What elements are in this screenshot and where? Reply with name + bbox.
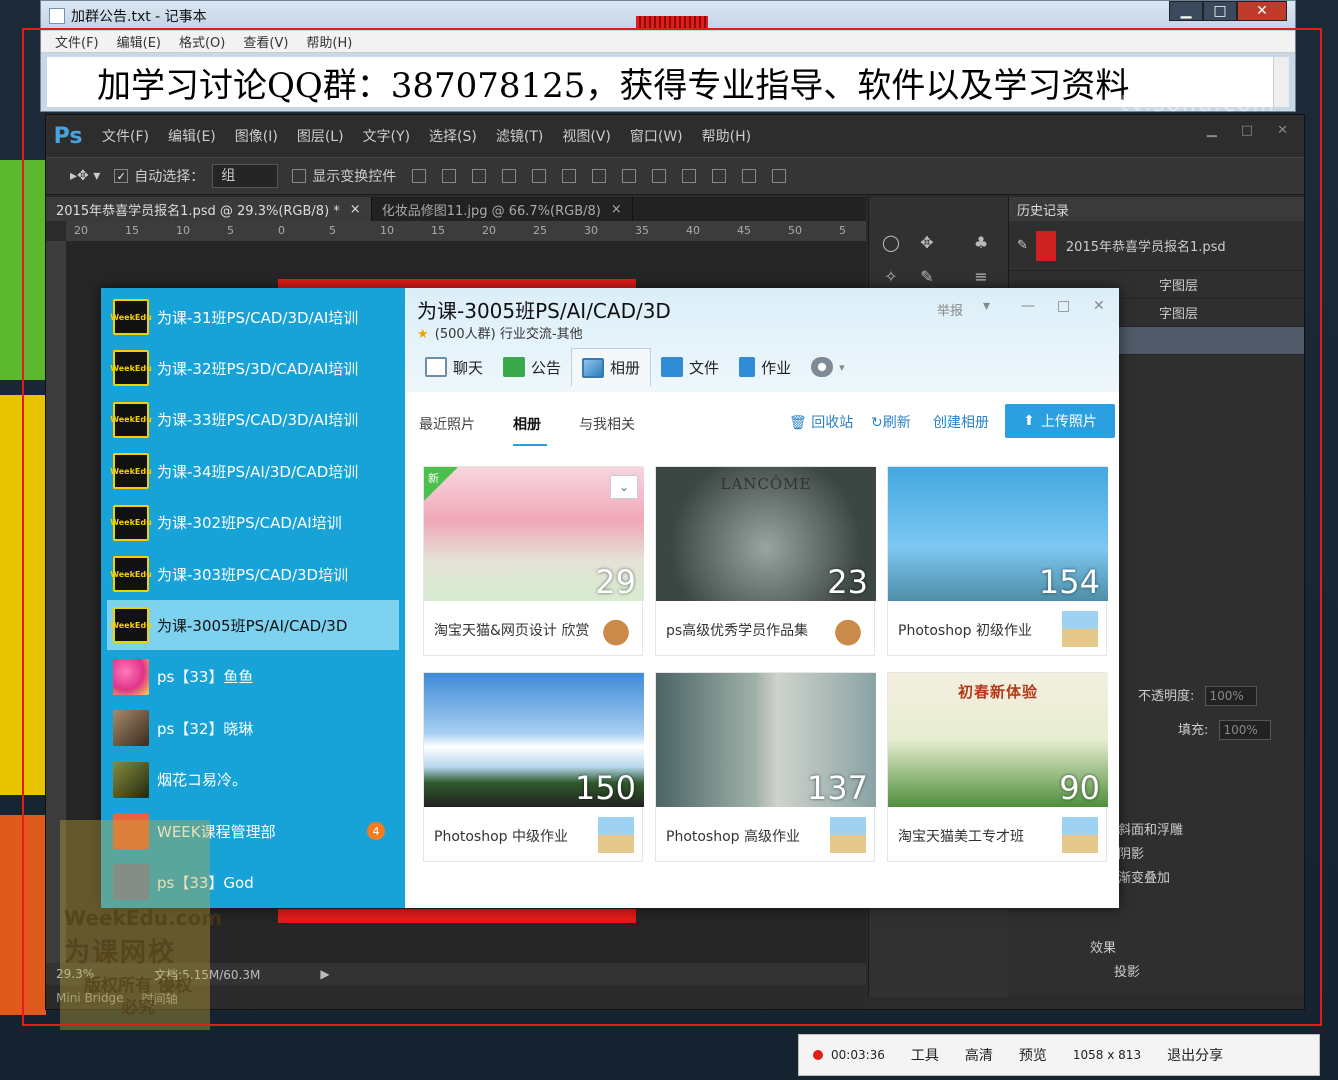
- notepad-app-icon: [49, 8, 65, 24]
- quality-menu[interactable]: 高清: [965, 1045, 993, 1065]
- record-timer: 00:03:36: [831, 1048, 885, 1062]
- capture-size: 1058 x 813: [1072, 1048, 1142, 1062]
- notepad-title: 加群公告.txt - 记事本: [71, 9, 207, 25]
- maximize-button[interactable]: □: [1203, 1, 1237, 21]
- recording-drag-handle[interactable]: [636, 16, 708, 28]
- recording-frame: [22, 28, 1322, 1026]
- minimize-button[interactable]: ▁: [1169, 1, 1203, 21]
- exit-share-button[interactable]: 退出分享: [1167, 1045, 1223, 1065]
- close-button[interactable]: ✕: [1237, 1, 1287, 21]
- tools-menu[interactable]: 工具: [911, 1045, 939, 1065]
- record-dot-icon: [813, 1050, 823, 1060]
- recording-toolbar: 00:03:36 工具 高清 预览 1058 x 813 退出分享: [798, 1034, 1320, 1076]
- preview-button[interactable]: 预览: [1019, 1045, 1047, 1065]
